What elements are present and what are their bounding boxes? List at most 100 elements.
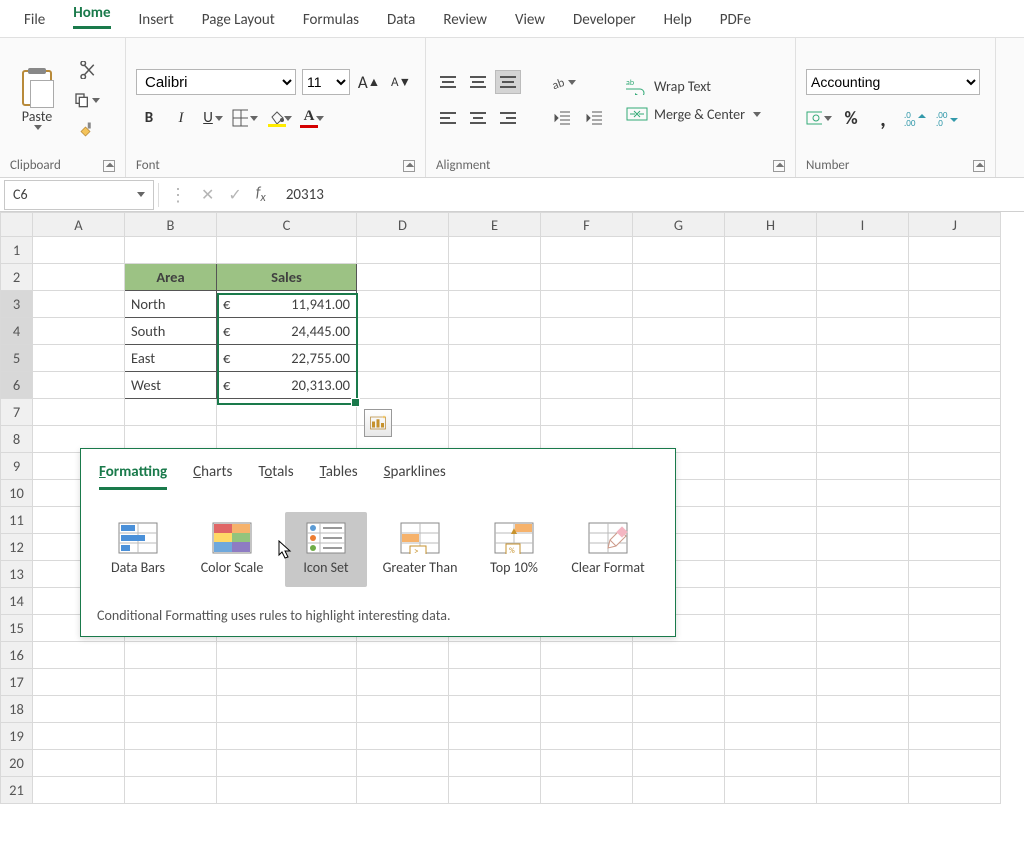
- col-header[interactable]: H: [725, 213, 817, 237]
- col-header[interactable]: E: [449, 213, 541, 237]
- align-center-button[interactable]: [466, 107, 490, 129]
- qa-opt-data-bars[interactable]: Data Bars: [97, 512, 179, 587]
- comma-button[interactable]: ,: [870, 105, 896, 131]
- tab-insert[interactable]: Insert: [125, 3, 188, 37]
- enter-formula-button[interactable]: ✓: [228, 185, 241, 205]
- cell[interactable]: €20,313.00: [217, 372, 357, 399]
- col-header[interactable]: J: [909, 213, 1001, 237]
- merge-center-button[interactable]: Merge & Center: [626, 105, 761, 123]
- grow-font-button[interactable]: A▲: [356, 69, 382, 95]
- row-header[interactable]: 12: [1, 534, 33, 561]
- align-bottom-button[interactable]: [496, 71, 520, 93]
- font-name-select[interactable]: Calibri: [136, 69, 296, 95]
- qa-tab-charts[interactable]: Charts: [193, 463, 232, 490]
- row-header[interactable]: 17: [1, 669, 33, 696]
- cell[interactable]: €24,445.00: [217, 318, 357, 345]
- col-header[interactable]: B: [125, 213, 217, 237]
- align-middle-button[interactable]: [466, 71, 490, 93]
- tab-formulas[interactable]: Formulas: [289, 3, 373, 37]
- qa-opt-icon-set[interactable]: Icon Set: [285, 512, 367, 587]
- cell[interactable]: €11,941.00: [217, 291, 357, 318]
- underline-button[interactable]: U: [200, 105, 226, 131]
- select-all-corner[interactable]: [1, 213, 33, 237]
- quick-analysis-button[interactable]: [364, 409, 392, 437]
- number-format-select[interactable]: Accounting: [806, 69, 980, 95]
- qa-opt-greater-than[interactable]: > Greater Than: [379, 512, 461, 587]
- row-header[interactable]: 11: [1, 507, 33, 534]
- decrease-indent-button[interactable]: [550, 105, 576, 131]
- row-header[interactable]: 15: [1, 615, 33, 642]
- italic-button[interactable]: I: [168, 105, 194, 131]
- row-header[interactable]: 18: [1, 696, 33, 723]
- cell[interactable]: North: [125, 291, 217, 318]
- formula-input[interactable]: 20313: [276, 186, 1024, 204]
- decrease-decimal-button[interactable]: .00.0: [934, 105, 960, 131]
- qa-tab-formatting[interactable]: Formatting: [99, 463, 167, 490]
- font-color-button[interactable]: A: [296, 105, 322, 131]
- row-header[interactable]: 21: [1, 777, 33, 804]
- row-header[interactable]: 1: [1, 237, 33, 264]
- row-header[interactable]: 7: [1, 399, 33, 426]
- percent-button[interactable]: %: [838, 105, 864, 131]
- wrap-text-button[interactable]: ab Wrap Text: [626, 77, 761, 95]
- cell[interactable]: €22,755.00: [217, 345, 357, 372]
- bold-button[interactable]: B: [136, 105, 162, 131]
- tab-data[interactable]: Data: [373, 3, 429, 37]
- borders-button[interactable]: [232, 105, 258, 131]
- col-header[interactable]: A: [33, 213, 125, 237]
- clipboard-launcher[interactable]: [103, 160, 115, 172]
- font-size-select[interactable]: 11: [302, 69, 350, 95]
- cell[interactable]: South: [125, 318, 217, 345]
- tab-view[interactable]: View: [501, 3, 559, 37]
- format-painter-button[interactable]: [74, 119, 100, 141]
- row-header[interactable]: 14: [1, 588, 33, 615]
- cell[interactable]: Area: [125, 264, 217, 291]
- row-header[interactable]: 8: [1, 426, 33, 453]
- align-left-button[interactable]: [436, 107, 460, 129]
- qa-tab-sparklines[interactable]: Sparklines: [384, 463, 446, 490]
- col-header[interactable]: F: [541, 213, 633, 237]
- tab-help[interactable]: Help: [650, 3, 706, 37]
- row-header[interactable]: 20: [1, 750, 33, 777]
- increase-indent-button[interactable]: [582, 105, 608, 131]
- align-top-button[interactable]: [436, 71, 460, 93]
- paste-button[interactable]: Paste: [10, 70, 64, 130]
- tab-file[interactable]: File: [10, 3, 59, 37]
- number-launcher[interactable]: [973, 160, 985, 172]
- cell[interactable]: West: [125, 372, 217, 399]
- fx-button[interactable]: fx: [256, 184, 266, 205]
- worksheet-grid[interactable]: A B C D E F G H I J 1 2 Area Sales 3 Nor…: [0, 212, 1024, 845]
- qa-opt-clear-format[interactable]: Clear Format: [567, 512, 649, 587]
- row-header[interactable]: 10: [1, 480, 33, 507]
- row-header[interactable]: 16: [1, 642, 33, 669]
- row-header[interactable]: 6: [1, 372, 33, 399]
- row-header[interactable]: 13: [1, 561, 33, 588]
- qa-opt-color-scale[interactable]: Color Scale: [191, 512, 273, 587]
- col-header[interactable]: C: [217, 213, 357, 237]
- tab-page-layout[interactable]: Page Layout: [188, 3, 289, 37]
- row-header[interactable]: 4: [1, 318, 33, 345]
- name-box[interactable]: C6: [4, 180, 154, 210]
- col-header[interactable]: I: [817, 213, 909, 237]
- row-header[interactable]: 5: [1, 345, 33, 372]
- cut-button[interactable]: [74, 59, 100, 81]
- row-header[interactable]: 3: [1, 291, 33, 318]
- accounting-format-button[interactable]: [806, 105, 832, 131]
- alignment-launcher[interactable]: [773, 160, 785, 172]
- copy-button[interactable]: [74, 89, 100, 111]
- qa-tab-totals[interactable]: Totals: [258, 463, 293, 490]
- row-header[interactable]: 19: [1, 723, 33, 750]
- font-launcher[interactable]: [403, 160, 415, 172]
- cancel-formula-button[interactable]: ✕: [201, 185, 214, 205]
- cell[interactable]: East: [125, 345, 217, 372]
- col-header[interactable]: G: [633, 213, 725, 237]
- tab-developer[interactable]: Developer: [559, 3, 650, 37]
- col-header[interactable]: D: [357, 213, 449, 237]
- row-header[interactable]: 2: [1, 264, 33, 291]
- row-header[interactable]: 9: [1, 453, 33, 480]
- tab-review[interactable]: Review: [429, 3, 501, 37]
- tab-home[interactable]: Home: [59, 0, 124, 37]
- tab-pdf[interactable]: PDFe: [706, 3, 765, 37]
- orientation-button[interactable]: ab: [550, 69, 576, 95]
- qa-opt-top-10[interactable]: % Top 10%: [473, 512, 555, 587]
